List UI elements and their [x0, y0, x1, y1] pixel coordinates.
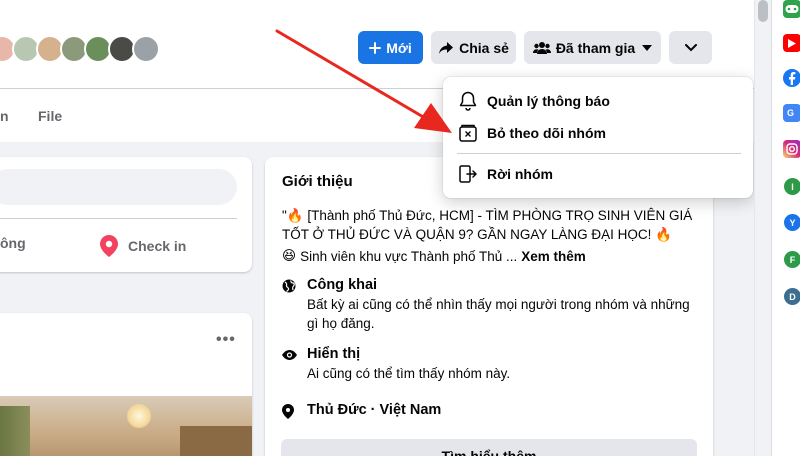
youtube-icon[interactable]	[783, 34, 800, 52]
composer-action-label: ông	[0, 235, 26, 251]
location-text[interactable]: Thủ Đức · Việt Nam	[307, 402, 441, 424]
post-card: •••	[0, 313, 252, 456]
intro-more-text: Sinh viên khu vực Thành phố Thủ ...	[300, 248, 518, 264]
public-title: Công khai	[307, 277, 378, 293]
composer-input[interactable]	[0, 169, 237, 205]
share-arrow-icon	[439, 41, 454, 54]
chevron-down-icon	[684, 43, 697, 51]
more-options-button[interactable]	[669, 31, 712, 64]
shelf-shape	[180, 426, 252, 456]
intro-title: Giới thiệu	[282, 173, 353, 190]
new-post-label: Mới	[386, 39, 412, 56]
group-header: Mới Chia sẻ Đã tham gia	[0, 0, 754, 88]
menu-divider	[457, 153, 741, 154]
laughing-emoji-icon: 😆	[282, 248, 297, 263]
checkin-label: Check in	[128, 238, 187, 254]
visible-title: Hiển thị	[307, 346, 361, 362]
svg-text:G: G	[787, 108, 794, 118]
menu-item-label: Rời nhóm	[487, 166, 553, 182]
tab-files[interactable]: File	[38, 108, 62, 124]
gamepad-icon[interactable]	[783, 0, 800, 18]
page-scrollbar[interactable]	[754, 0, 770, 456]
unfollow-icon	[457, 123, 479, 143]
translate-icon[interactable]: G	[783, 104, 800, 122]
facebook-icon[interactable]	[783, 69, 800, 87]
joined-dropdown-menu: Quản lý thông báo Bỏ theo dõi nhóm Rời n…	[443, 77, 753, 198]
post-photo[interactable]	[0, 396, 252, 456]
menu-item-label: Quản lý thông báo	[487, 93, 610, 109]
avatar[interactable]	[132, 35, 160, 63]
plus-icon	[369, 41, 382, 54]
profile-y-icon[interactable]: Y	[784, 214, 800, 231]
eye-icon	[282, 348, 297, 383]
map-pin-icon	[282, 404, 296, 424]
globe-icon	[282, 279, 296, 333]
new-post-button[interactable]: Mới	[358, 31, 423, 64]
bell-icon	[457, 91, 479, 111]
public-description: Bất kỳ ai cũng có thể nhìn thấy mọi ngườ…	[307, 297, 690, 331]
profile-d-icon[interactable]: D	[784, 288, 800, 305]
profile-i-icon[interactable]: I	[784, 178, 800, 195]
tab-partial[interactable]: n	[0, 108, 9, 124]
menu-item-manage-notifications[interactable]: Quản lý thông báo	[443, 85, 753, 117]
see-more-link[interactable]: Xem thêm	[521, 249, 586, 264]
plant-shape	[0, 406, 30, 456]
caret-down-icon	[642, 44, 653, 51]
intro-card: Giới thiệu "🔥 [Thành phố Thủ Đức, HCM] -…	[265, 157, 713, 456]
member-avatars[interactable]	[0, 35, 160, 63]
checkin-button[interactable]: Check in	[100, 235, 186, 257]
share-button[interactable]: Chia sẻ	[431, 31, 516, 64]
leave-icon	[457, 164, 479, 184]
divider	[0, 218, 237, 219]
intro-description: "🔥 [Thành phố Thủ Đức, HCM] - TÌM PHÒNG …	[282, 208, 693, 242]
lamp-shape	[127, 404, 151, 428]
menu-item-leave-group[interactable]: Rời nhóm	[443, 158, 753, 190]
post-composer-card: ông Check in	[0, 157, 252, 272]
location-pin-icon	[100, 235, 118, 257]
scroll-thumb[interactable]	[758, 0, 768, 22]
menu-item-unfollow-group[interactable]: Bỏ theo dõi nhóm	[443, 117, 753, 149]
menu-item-label: Bỏ theo dõi nhóm	[487, 125, 606, 141]
visible-description: Ai cũng có thể tìm thấy nhóm này.	[307, 366, 511, 381]
visibility-row: Hiển thị Ai cũng có thể tìm thấy nhóm nà…	[282, 346, 702, 383]
joined-button[interactable]: Đã tham gia	[524, 31, 661, 64]
location-row: Thủ Đức · Việt Nam	[282, 402, 441, 424]
instagram-icon[interactable]	[783, 140, 800, 158]
share-label: Chia sẻ	[459, 39, 509, 56]
joined-label: Đã tham gia	[555, 39, 636, 56]
learn-more-button[interactable]: Tìm hiểu thêm	[281, 439, 697, 456]
profile-f-icon[interactable]: F	[784, 251, 800, 268]
post-more-icon[interactable]: •••	[216, 331, 236, 349]
intro-more-line: 😆 Sinh viên khu vực Thành phố Thủ ... Xe…	[282, 248, 586, 264]
privacy-row: Công khai Bất kỳ ai cũng có thể nhìn thấ…	[282, 277, 702, 333]
group-people-icon	[532, 41, 551, 54]
browser-side-rail: G I Y F D	[771, 0, 800, 456]
composer-action-partial[interactable]: ông	[0, 235, 26, 251]
